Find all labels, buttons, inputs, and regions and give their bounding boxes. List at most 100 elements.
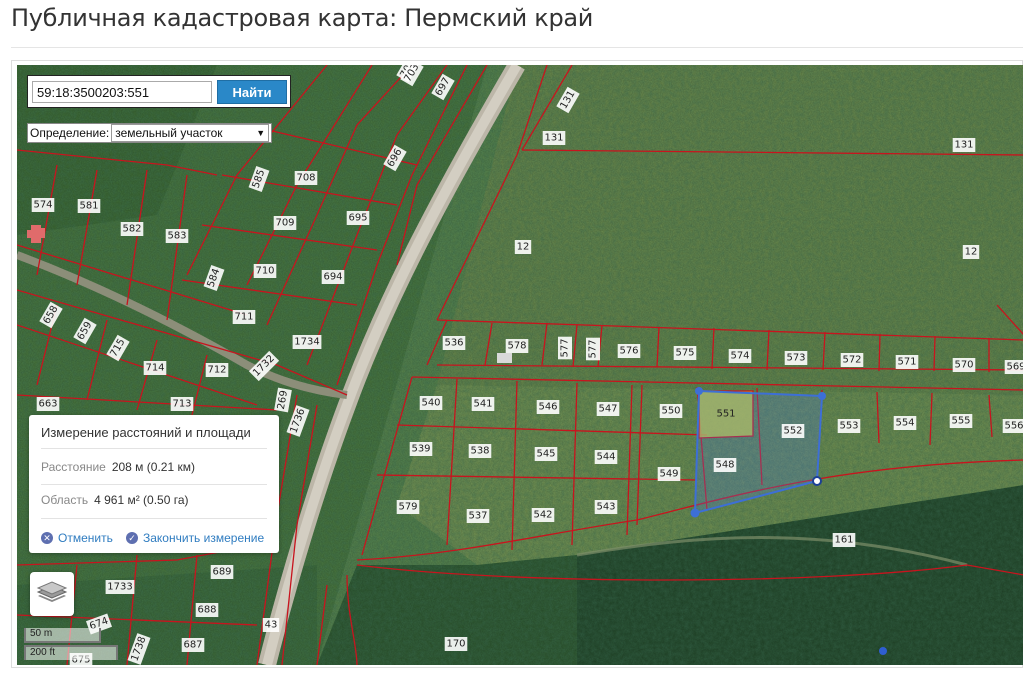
distance-label: Расстояние (41, 460, 106, 474)
plot-number: 571 (897, 357, 916, 368)
plot-number: 553 (839, 421, 858, 432)
plot-number: 551 (716, 409, 735, 420)
plot-number-label[interactable]: 541 (471, 397, 495, 411)
plot-number-label[interactable]: 548 (713, 458, 737, 472)
plot-number-label[interactable]: 1734 (292, 335, 322, 349)
plot-number-label[interactable]: 582 (120, 222, 144, 236)
plot-number-label[interactable]: 687 (181, 638, 205, 652)
plot-number-label[interactable]: 539 (409, 442, 433, 456)
plot-number-label[interactable]: 542 (531, 508, 555, 522)
plot-number-label[interactable]: 574 (728, 349, 752, 363)
plot-number-label[interactable]: 546 (536, 400, 560, 414)
measurement-vertex[interactable] (812, 476, 822, 486)
plot-number-label[interactable]: 43 (262, 618, 280, 632)
plot-number: 570 (954, 360, 973, 371)
map-frame: 7076977031311311316967085856957095745815… (11, 60, 1023, 668)
cadastral-map[interactable]: 7076977031311311316967085856957095745815… (17, 65, 1023, 665)
plot-number-label[interactable]: 545 (534, 447, 558, 461)
plot-number: 555 (951, 416, 970, 427)
plot-number-label[interactable]: 570 (952, 358, 976, 372)
plot-number-label[interactable]: 663 (36, 397, 60, 411)
plot-number-label[interactable]: 694 (321, 270, 345, 284)
plot-number-label[interactable]: 577 (558, 336, 572, 360)
plot-number-label[interactable]: 536 (442, 336, 466, 350)
location-marker-icon[interactable] (879, 647, 887, 655)
measurement-vertex[interactable] (690, 508, 700, 518)
plot-number-label[interactable]: 544 (594, 450, 618, 464)
plot-number-label[interactable]: 574 (31, 198, 55, 212)
plot-number-label[interactable]: 583 (165, 229, 189, 243)
plot-number-label[interactable]: 12 (514, 240, 532, 254)
plot-number-label[interactable]: 556 (1002, 419, 1023, 433)
plot-number-label[interactable]: 547 (596, 402, 620, 416)
plot-number-label[interactable]: 549 (657, 467, 681, 481)
plot-number: 713 (172, 399, 191, 410)
plot-number-label[interactable]: 540 (419, 396, 443, 410)
plot-number-label[interactable]: 581 (77, 199, 101, 213)
plot-number-label[interactable]: 555 (949, 414, 973, 428)
plot-number-label[interactable]: 711 (232, 310, 256, 324)
plot-number: 710 (255, 266, 274, 277)
definition-label: Определение: (30, 126, 110, 140)
plot-number-label[interactable]: 689 (210, 565, 234, 579)
plot-number-label[interactable]: 576 (617, 344, 641, 358)
plot-number-label[interactable]: 579 (396, 500, 420, 514)
finish-label: Закончить измерение (143, 531, 265, 545)
plot-number: 708 (296, 173, 315, 184)
divider (41, 484, 267, 485)
plot-number: 712 (207, 365, 226, 376)
plot-number: 538 (470, 446, 489, 457)
plot-number-label[interactable]: 712 (205, 363, 229, 377)
plot-number-label[interactable]: 1733 (105, 580, 135, 594)
plot-number-label[interactable]: 12 (962, 245, 980, 259)
plot-number-label[interactable]: 543 (594, 500, 618, 514)
find-button[interactable]: Найти (217, 80, 287, 104)
plot-number: 43 (265, 620, 278, 631)
plot-number-label[interactable]: 554 (893, 416, 917, 430)
plot-number-label[interactable]: 713 (170, 397, 194, 411)
cadastral-number-input[interactable] (32, 81, 212, 103)
plot-number: 714 (145, 363, 164, 374)
plot-number-label[interactable]: 688 (195, 603, 219, 617)
plot-number-label[interactable]: 695 (346, 211, 370, 225)
plot-number: 575 (675, 348, 694, 359)
plot-number-label[interactable]: 714 (143, 361, 167, 375)
plot-number-label[interactable]: 572 (840, 353, 864, 367)
definition-select[interactable]: земельный участок ▼ (111, 124, 270, 142)
plot-number-label[interactable]: 538 (468, 444, 492, 458)
plot-number-label[interactable]: 550 (659, 404, 683, 418)
title-divider (11, 47, 1023, 48)
measurement-panel: Измерение расстояний и площади Расстояни… (29, 415, 279, 553)
plot-number-label[interactable]: 553 (837, 419, 861, 433)
plot-number-label[interactable]: 552 (781, 424, 805, 438)
measurement-vertex[interactable] (695, 387, 703, 395)
plot-number-label[interactable]: 575 (673, 346, 697, 360)
plot-number-label[interactable]: 537 (466, 509, 490, 523)
cancel-measurement-button[interactable]: ✕ Отменить (41, 531, 113, 545)
plot-number-label[interactable]: 571 (895, 355, 919, 369)
cancel-icon: ✕ (41, 532, 53, 544)
divider (41, 448, 267, 449)
plot-number-label[interactable]: 551 (715, 407, 738, 421)
plot-number-label[interactable]: 577 (586, 337, 600, 361)
plot-number-label[interactable]: 170 (444, 637, 468, 651)
finish-measurement-button[interactable]: ✓ Закончить измерение (126, 531, 264, 545)
plot-number-label[interactable]: 131 (542, 131, 566, 145)
map-canvas[interactable]: 7076977031311311316967085856957095745815… (17, 65, 1023, 665)
plot-number: 170 (446, 639, 465, 650)
plot-number-label[interactable]: 578 (505, 339, 529, 353)
plot-number-label[interactable]: 131 (952, 138, 976, 152)
scale-metric: 50 m (24, 628, 101, 643)
plot-number: 541 (473, 399, 492, 410)
measurement-vertex[interactable] (818, 392, 826, 400)
distance-value: 208 м (0.21 км) (111, 460, 195, 474)
plot-number-label[interactable]: 569 (1004, 360, 1023, 374)
plot-number-label[interactable]: 573 (784, 351, 808, 365)
plot-number-label[interactable]: 161 (832, 533, 856, 547)
layers-button[interactable] (30, 572, 74, 616)
plot-number: 537 (468, 511, 487, 522)
plot-number-label[interactable]: 708 (294, 171, 318, 185)
plot-number-label[interactable]: 710 (253, 264, 277, 278)
plot-number: 577 (560, 338, 571, 357)
plot-number-label[interactable]: 709 (273, 216, 297, 230)
